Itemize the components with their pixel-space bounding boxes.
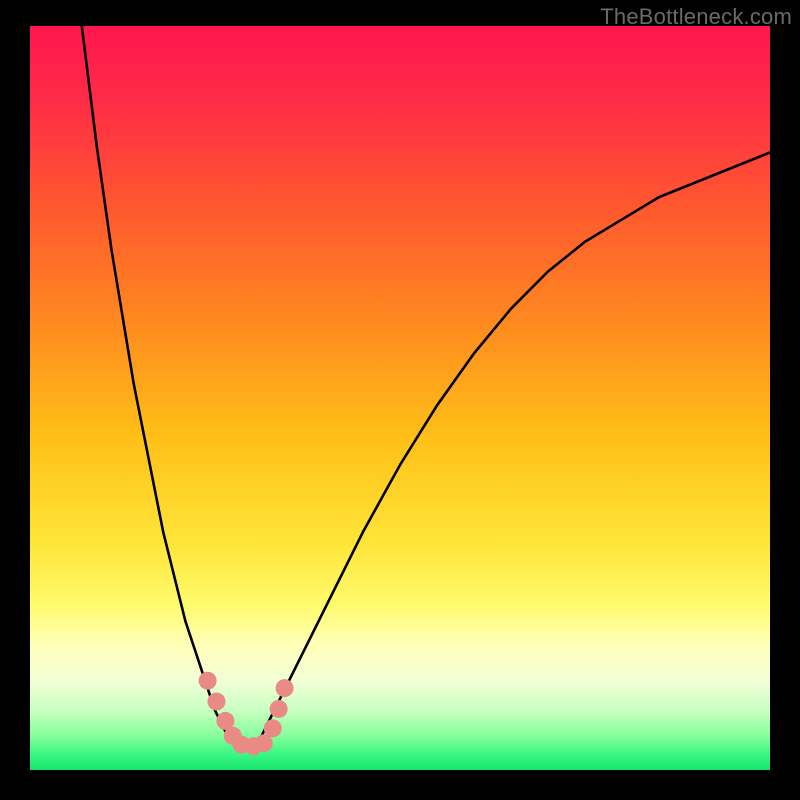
- chart-frame: TheBottleneck.com: [0, 0, 800, 800]
- gradient-background: [30, 26, 770, 770]
- valley-marker: [264, 719, 282, 737]
- valley-marker: [207, 693, 225, 711]
- chart-plot: [30, 26, 770, 770]
- valley-marker: [276, 679, 294, 697]
- valley-marker: [199, 672, 217, 690]
- valley-marker: [270, 700, 288, 718]
